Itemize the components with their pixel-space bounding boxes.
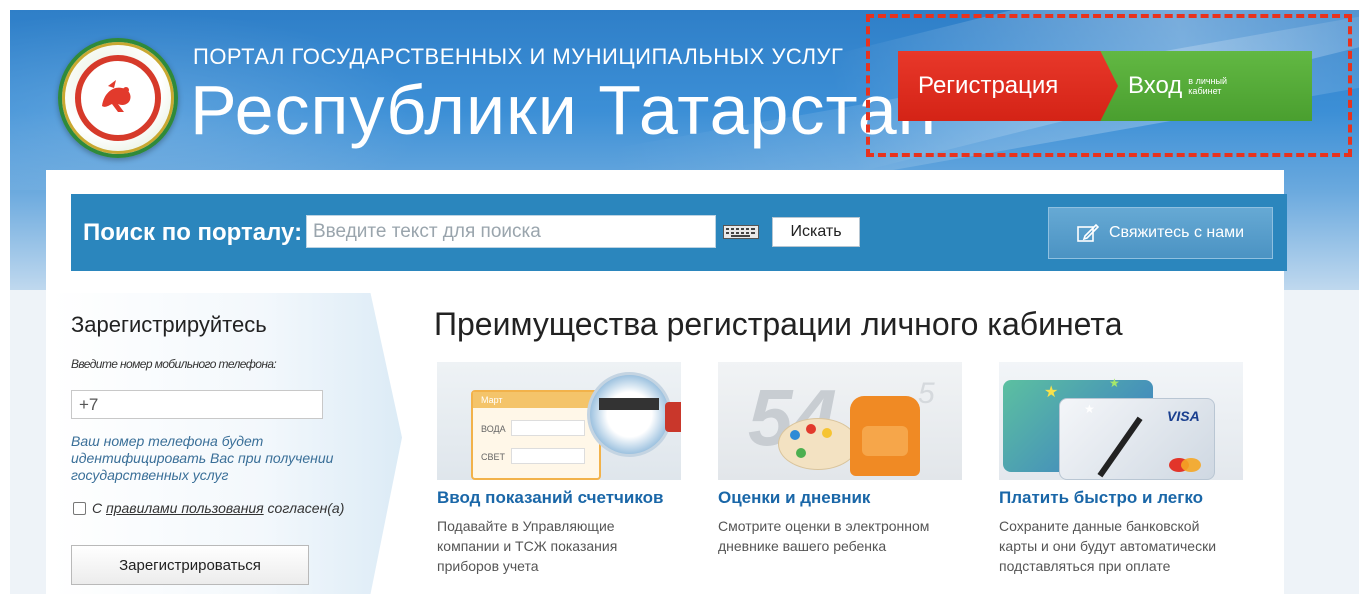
terms-agreement: С правилами пользования согласен(а) [73, 500, 344, 516]
edit-note-icon [1077, 223, 1099, 242]
login-button[interactable]: Вход в личный кабинет [1098, 51, 1312, 121]
contact-us-label: Свяжитесь с нами [1108, 224, 1245, 241]
page-side-band [1284, 290, 1359, 594]
contact-us-button[interactable]: Свяжитесь с нами [1048, 207, 1273, 259]
feature-description: Сохраните данные банковской карты и они … [999, 518, 1217, 574]
virtual-keyboard-icon[interactable] [723, 223, 759, 241]
meters-light-label: СВЕТ [481, 452, 506, 462]
feature-meters[interactable]: Март ВОДА СВЕТ Ввод показаний счетчиков … [437, 362, 687, 576]
terms-suffix: согласен(а) [263, 500, 345, 516]
feature-title[interactable]: Оценки и дневник [718, 488, 968, 508]
meters-water-label: ВОДА [481, 424, 506, 434]
grades-image: 54 5 [718, 362, 962, 480]
search-button[interactable]: Искать [772, 217, 860, 247]
payments-image: VISA ★ ★ ★ [999, 362, 1243, 480]
portal-title[interactable]: Республики Татарстан [190, 70, 937, 150]
login-button-label: Вход [1128, 72, 1183, 99]
visa-logo: VISA [1167, 408, 1200, 424]
phone-note: Ваш номер телефона будет идентифицироват… [71, 433, 334, 483]
page-side-band [10, 290, 46, 594]
terms-prefix: С [92, 500, 106, 516]
register-submit-button[interactable]: Зарегистрироваться [71, 545, 309, 585]
meters-image: Март ВОДА СВЕТ [437, 362, 681, 480]
search-input[interactable] [306, 215, 716, 248]
feature-title[interactable]: Ввод показаний счетчиков [437, 488, 687, 508]
feature-grades[interactable]: 54 5 Оценки и дневник Смотрите оценки в … [718, 362, 968, 556]
feature-description: Смотрите оценки в электронном дневнике в… [718, 518, 930, 554]
tatarstan-emblem-logo[interactable] [58, 38, 178, 158]
terms-checkbox[interactable] [73, 501, 86, 515]
registration-title: Зарегистрируйтесь [71, 312, 267, 337]
feature-payments[interactable]: VISA ★ ★ ★ Платить быстро и легко Сохран… [999, 362, 1249, 576]
feature-description: Подавайте в Управляющие компании и ТСЖ п… [437, 518, 618, 574]
phone-input[interactable] [71, 390, 323, 419]
phone-hint: Введите номер мобильного телефона: [71, 357, 277, 371]
register-button[interactable]: Регистрация [898, 51, 1118, 121]
emblem-icon [75, 55, 161, 141]
terms-link[interactable]: правилами пользования [106, 500, 264, 516]
meters-month-label: Март [473, 392, 599, 408]
feature-title[interactable]: Платить быстро и легко [999, 488, 1249, 508]
portal-subtitle: ПОРТАЛ ГОСУДАРСТВЕННЫХ И МУНИЦИПАЛЬНЫХ У… [193, 44, 844, 69]
search-label: Поиск по порталу: [83, 219, 303, 246]
advantages-title: Преимущества регистрации личного кабинет… [434, 306, 1123, 342]
login-button-sublabel: в личный кабинет [1188, 76, 1228, 96]
